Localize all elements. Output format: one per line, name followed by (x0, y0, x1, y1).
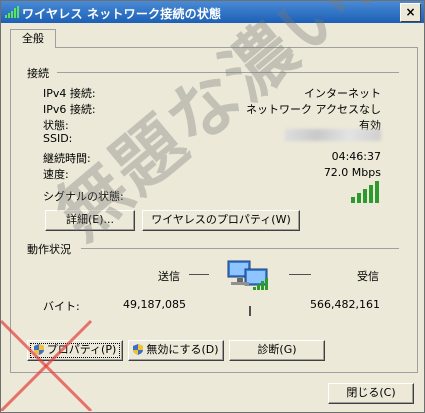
duration-label: 継続時間: (43, 152, 91, 165)
ipv6-label: IPv6 接続: (43, 103, 96, 116)
details-button-label: 詳細(E)... (65, 213, 115, 226)
ssid-label: SSID: (43, 132, 73, 145)
activity-tick (249, 306, 251, 316)
close-button-label: 閉じる(C) (346, 386, 396, 399)
disable-button[interactable]: 無効にする(D) (128, 340, 224, 361)
network-computers-icon (227, 260, 268, 290)
bytes-label: バイト: (43, 300, 80, 313)
sent-bytes-value: 49,187,085 (123, 298, 186, 311)
shield-icon (133, 344, 144, 355)
connection-heading: 接続 (27, 67, 49, 80)
ipv4-label: IPv4 接続: (43, 87, 96, 100)
diagnose-button[interactable]: 診断(G) (229, 340, 325, 361)
sent-label: 送信 (158, 270, 180, 283)
properties-button[interactable]: プロパティ(P) (27, 340, 123, 361)
wireless-properties-button[interactable]: ワイヤレスのプロパティ(W) (142, 210, 300, 231)
state-label: 状態: (43, 119, 69, 132)
details-button[interactable]: 詳細(E)... (45, 210, 135, 231)
wireless-properties-button-label: ワイヤレスのプロパティ(W) (151, 213, 291, 226)
speed-label: 速度: (43, 168, 69, 181)
activity-divider (81, 248, 399, 249)
ipv6-value: ネットワーク アクセスなし (246, 103, 381, 116)
signal-label: シグナルの状態: (43, 190, 124, 203)
connection-divider (57, 72, 399, 73)
tab-general[interactable]: 全般 (10, 29, 56, 48)
close-button[interactable]: 閉じる(C) (328, 383, 414, 404)
received-line (289, 274, 311, 275)
signal-strength-icon (351, 181, 379, 203)
window-title: ワイヤレス ネットワーク接続の状態 (22, 7, 222, 21)
title-close-button[interactable]: × (400, 3, 421, 22)
received-bytes-value: 566,482,161 (310, 298, 380, 311)
duration-value: 04:46:37 (331, 150, 381, 163)
title-bar[interactable]: ワイヤレス ネットワーク接続の状態 × (1, 1, 424, 23)
diagnose-button-label: 診断(G) (257, 343, 297, 356)
wireless-signal-icon (5, 6, 19, 18)
ssid-redacted (285, 129, 381, 141)
received-label: 受信 (357, 270, 379, 283)
disable-button-label: 無効にする(D) (146, 343, 219, 356)
sent-line (189, 274, 209, 275)
status-dialog: ワイヤレス ネットワーク接続の状態 × 全般 接続 IPv4 接続: インターネ… (0, 0, 425, 413)
activity-heading: 動作状況 (27, 243, 71, 256)
speed-value: 72.0 Mbps (323, 166, 381, 179)
focus-rect (30, 343, 120, 358)
ipv4-value: インターネット (304, 87, 381, 100)
